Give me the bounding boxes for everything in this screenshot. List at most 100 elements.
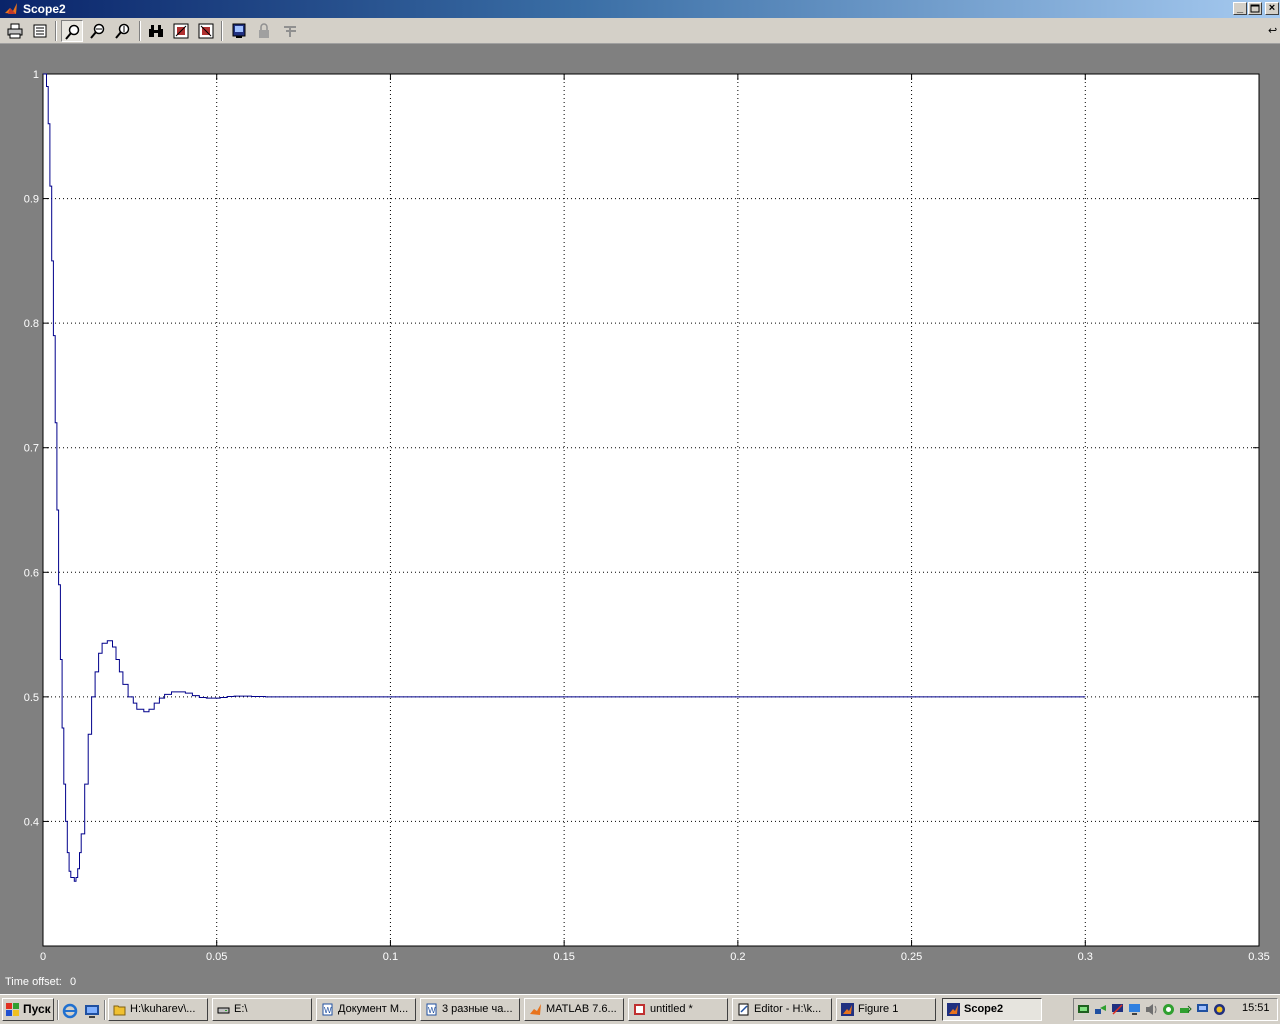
internet-explorer-icon[interactable] [62,1003,78,1019]
toolbar-chevron-icon: ↩ [1268,25,1278,37]
lock-icon [259,23,269,38]
taskbar-button[interactable]: H:\kuharev\... [108,998,208,1021]
close-button[interactable]: × [1265,2,1279,15]
y-tick-label: 0.7 [24,443,39,455]
svg-text:W: W [324,1006,332,1015]
taskbar-separator [57,1000,59,1020]
minimize-button[interactable]: _ [1233,2,1247,15]
y-tick-label: 0.6 [24,567,39,579]
signal-selection-button[interactable] [279,20,301,42]
y-tick-label: 0.5 [24,692,39,704]
word-icon: W [322,1003,333,1016]
maximize-button[interactable] [1248,2,1262,15]
simulink-icon [634,1004,645,1015]
word-icon: W [426,1003,437,1016]
zoom-x-icon [90,23,105,39]
x-tick-label: 0.1 [383,951,398,963]
printer-icon [7,23,23,39]
close-icon: × [1268,2,1276,14]
magnifier-icon [65,24,80,40]
taskbar-button[interactable]: Figure 1 [836,998,936,1021]
zoom-x-button[interactable] [87,20,109,42]
taskbar-button-label: E:\ [234,1003,248,1015]
network-icon[interactable] [1077,1003,1090,1016]
scope-plot[interactable]: 0 0.05 0.1 0.15 0.2 0.25 0.3 0.35 0.4 0.5 0.6 0.7 0.… [3,46,1277,974]
window-titlebar[interactable]: Scope2 _ × [0,0,1280,18]
minimize-icon: _ [1236,2,1244,14]
zoom-y-button[interactable] [112,20,134,42]
system-tray: 15:51 [1073,998,1278,1021]
taskbar-button-label: Editor - H:\k... [754,1003,822,1015]
save-axes-icon [173,23,189,39]
plot-area [42,73,1260,947]
matlab-logo-icon [5,3,17,14]
toolbar-separator [221,21,223,41]
taskbar-button[interactable]: E:\ [212,998,312,1021]
svg-text:W: W [428,1006,436,1015]
taskbar-button-label: H:\kuharev\... [130,1003,196,1015]
x-tick-label: 0.3 [1078,951,1093,963]
x-tick-label: 0.25 [901,951,922,963]
x-tick-label: 0.15 [553,951,574,963]
taskbar-separator [104,1000,106,1020]
matlab-icon [530,1004,541,1015]
autoscale-button[interactable] [145,20,167,42]
taskbar-button-label: Figure 1 [858,1003,899,1015]
lock-axes-button[interactable] [253,20,275,42]
y-tick-label: 1 [33,69,39,81]
antivirus-icon[interactable] [1162,1003,1175,1016]
maximize-icon [1250,4,1260,13]
start-button[interactable]: Пуск [2,998,54,1021]
restore-axes-icon [198,23,214,39]
x-tick-label: 0 [40,951,46,963]
floating-scope-icon [232,23,246,38]
tray-app-icon[interactable] [1213,1003,1226,1016]
taskbar-button[interactable]: W 3 разные ча... [420,998,520,1021]
matlab-figure-icon [841,1003,854,1016]
taskbar-button-label: MATLAB 7.6... [546,1003,617,1015]
x-tick-label: 0.2 [730,951,745,963]
time-offset-value: 0 [70,976,77,988]
y-tick-label: 0.8 [24,318,39,330]
clock: 15:51 [1242,1002,1270,1014]
parameters-icon [33,24,47,38]
windows-flag-icon [6,1003,19,1016]
connection-icon[interactable] [1094,1003,1107,1016]
status-line: Time offset: 0 [0,974,1280,992]
zoom-y-icon [115,23,130,39]
taskbar-button[interactable]: Editor - H:\k... [732,998,832,1021]
toolbar-separator [139,21,141,41]
display-settings-icon[interactable] [1111,1003,1124,1016]
taskbar-button[interactable]: W Документ М... [316,998,416,1021]
time-offset-label: Time offset: [5,976,62,988]
remote-desktop-icon[interactable] [1196,1003,1209,1016]
parameters-button[interactable] [29,20,51,42]
folder-icon [113,1005,126,1016]
volume-icon[interactable] [1145,1003,1158,1016]
taskbar-button[interactable]: MATLAB 7.6... [524,998,624,1021]
show-desktop-icon[interactable] [84,1003,100,1019]
scope-toolbar: ↩ [0,18,1280,44]
save-axes-button[interactable] [170,20,192,42]
x-tick-label: 0.05 [206,951,227,963]
taskbar-button-label: Scope2 [964,1003,1004,1015]
matlab-figure-icon [947,1003,960,1016]
signal-selection-icon [284,26,296,37]
taskbar-button[interactable]: Scope2 [942,998,1042,1021]
restore-axes-button[interactable] [195,20,217,42]
toolbar-separator [55,21,57,41]
window-title: Scope2 [23,2,66,16]
scope-display: 0 0.05 0.1 0.15 0.2 0.25 0.3 0.35 0.4 0.5 0.6 0.7 0.… [3,46,1277,994]
drive-icon [217,1007,230,1014]
taskbar-button-label: 3 разные ча... [442,1003,513,1015]
taskbar-button-label: Документ М... [338,1003,409,1015]
safely-remove-icon[interactable] [1179,1003,1192,1016]
x-tick-label: 0.35 [1248,951,1269,963]
zoom-button[interactable] [61,20,83,42]
monitor-icon[interactable] [1128,1003,1141,1016]
floating-scope-button[interactable] [228,20,250,42]
print-button[interactable] [4,20,26,42]
taskbar-button[interactable]: untitled * [628,998,728,1021]
taskbar: Пуск H:\kuharev\... E:\ W Документ М... W 3 р… [0,994,1280,1024]
taskbar-button-label: untitled * [650,1003,693,1015]
